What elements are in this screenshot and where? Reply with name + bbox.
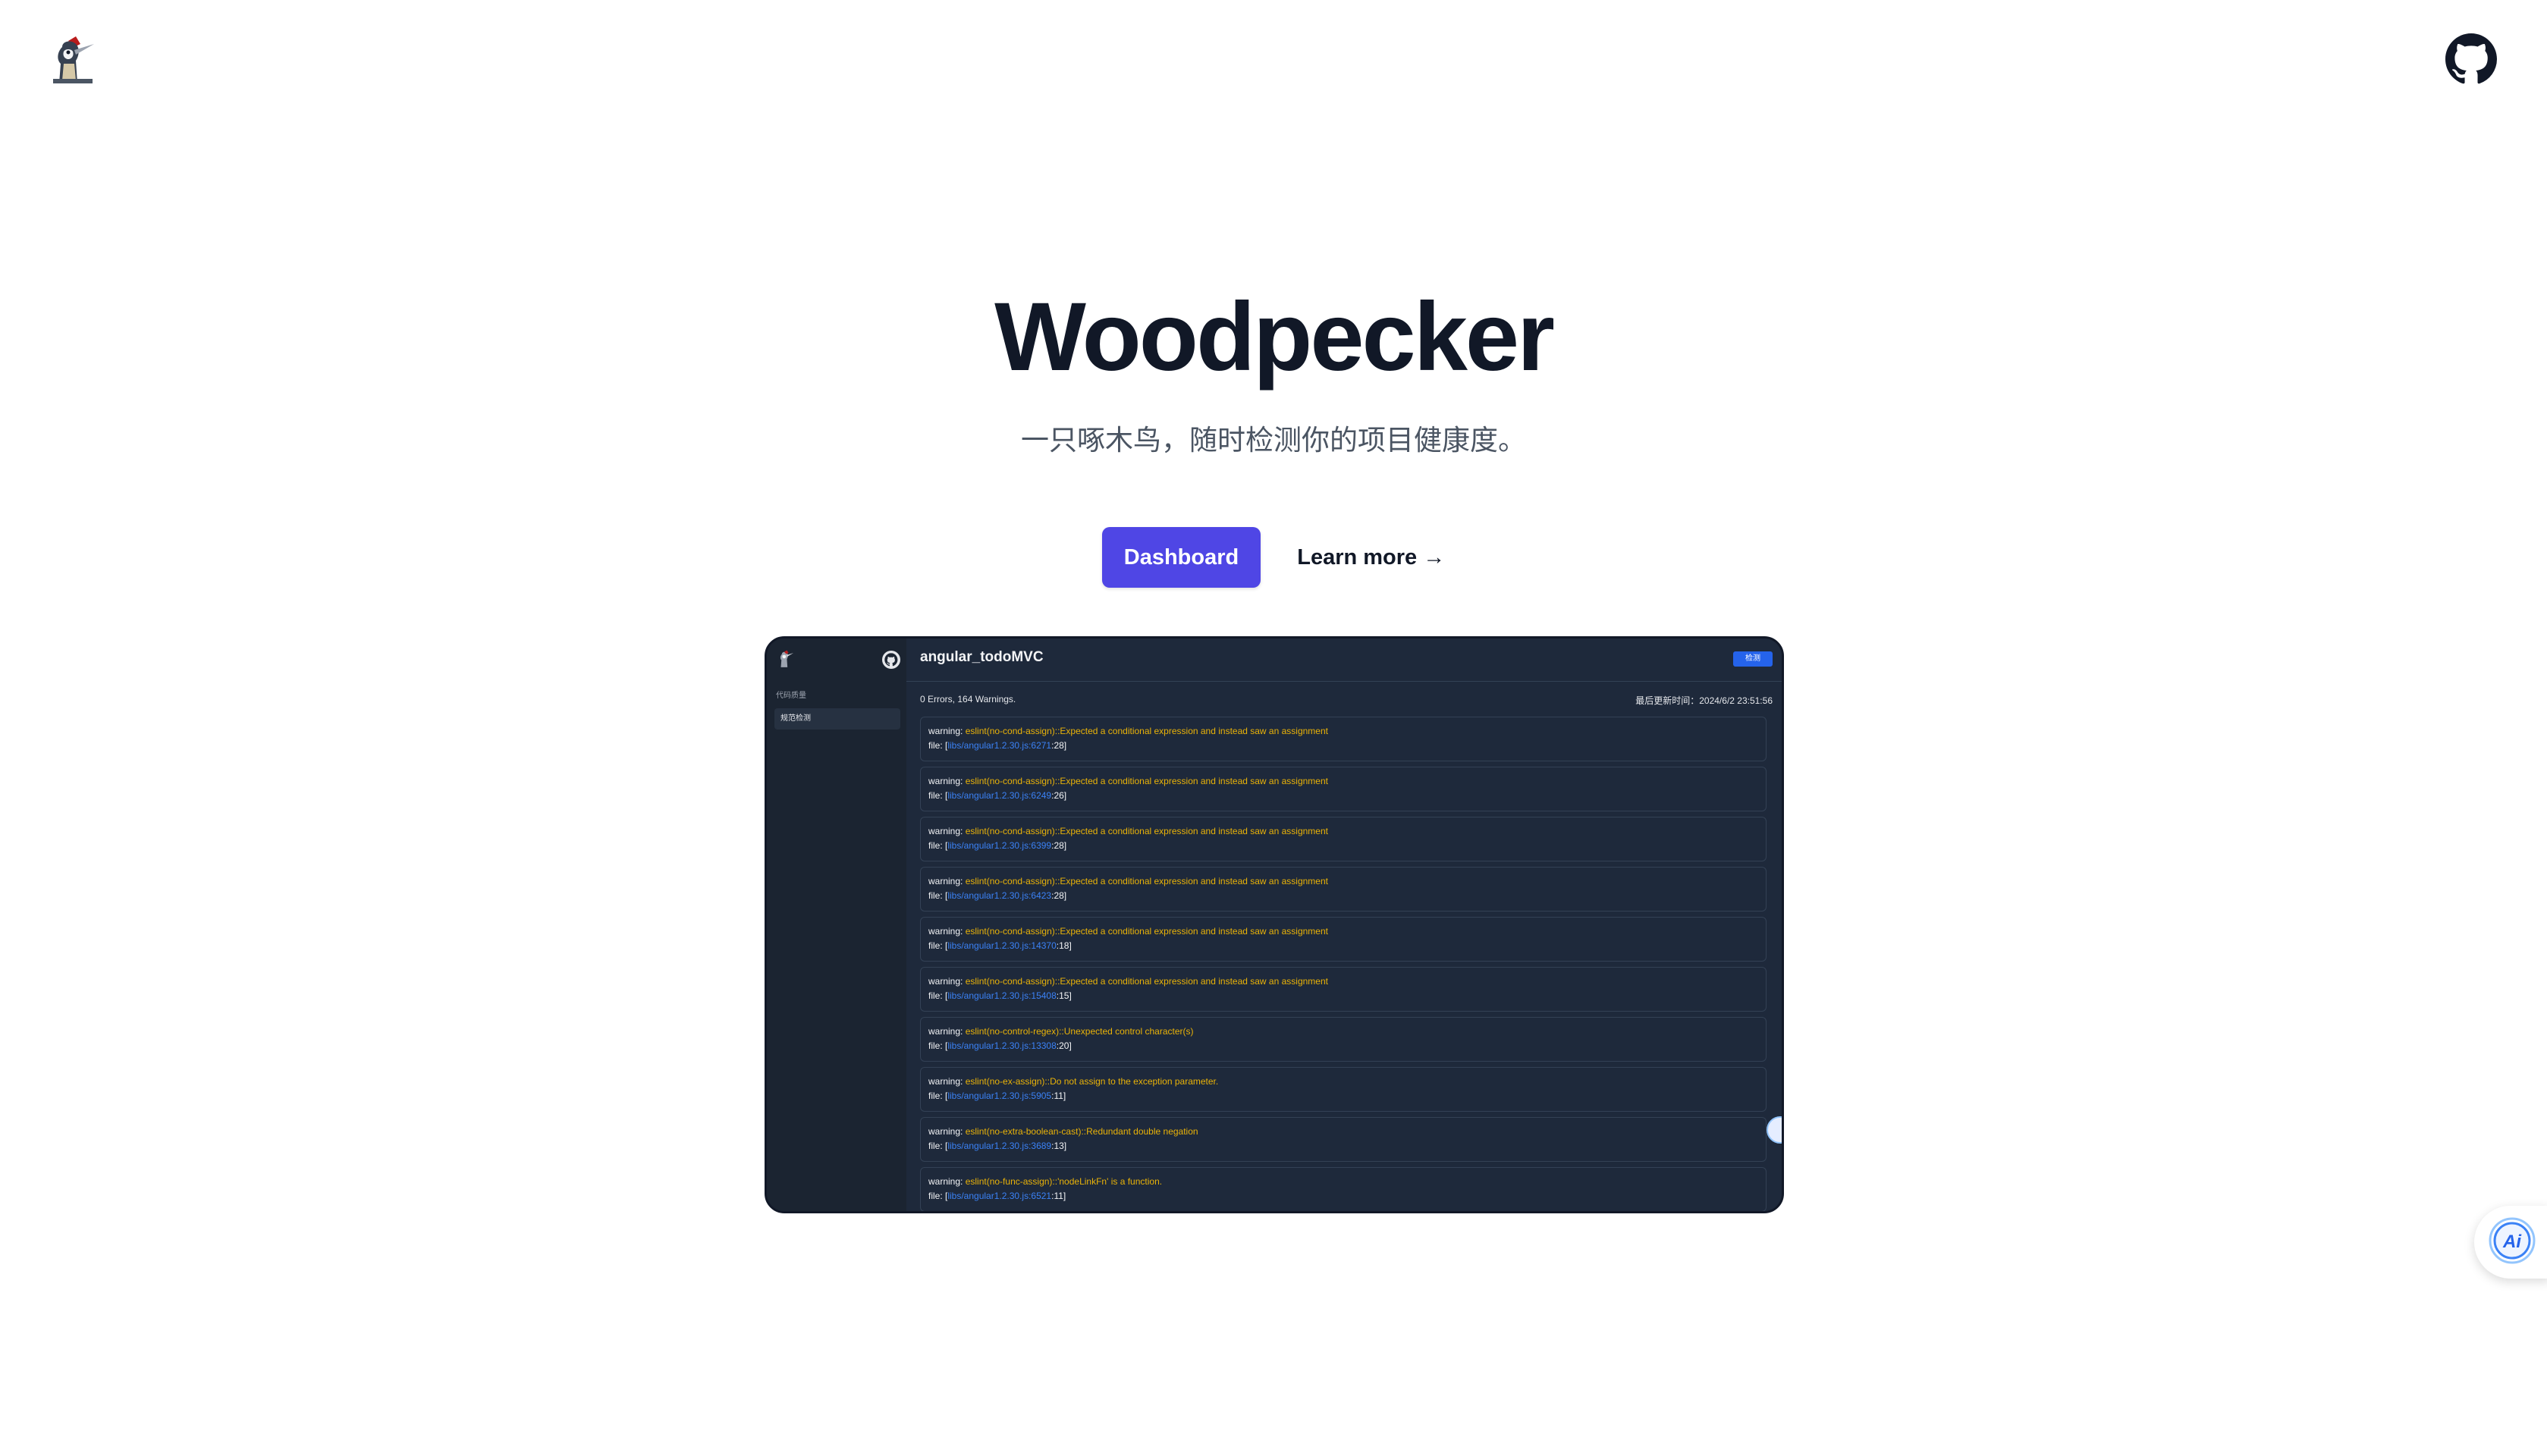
- preview-updated-time: 最后更新时间：2024/6/2 23:51:56: [1635, 695, 1773, 706]
- preview-detect-button: 检测: [1733, 651, 1773, 667]
- preview-main: angular_todoMVC 检测 0 Errors, 164 Warning…: [906, 639, 1782, 1211]
- issue-message: eslint(no-control-regex)::Unexpected con…: [965, 1026, 1194, 1037]
- dashboard-button[interactable]: Dashboard: [1101, 527, 1261, 588]
- ai-assistant-icon: Ai: [2489, 1217, 2536, 1264]
- issue-level: warning:: [928, 726, 963, 736]
- issue-card: warning: eslint(no-cond-assign)::Expecte…: [920, 817, 1767, 861]
- issue-file-link: libs/angular1.2.30.js:13308: [947, 1040, 1057, 1051]
- issue-line: :28]: [1051, 890, 1067, 901]
- preview-sidebar-item: 规范检测: [774, 708, 900, 730]
- issue-line: :18]: [1056, 940, 1072, 951]
- issue-file-prefix: file: [: [928, 1090, 948, 1101]
- issue-file-prefix: file: [: [928, 790, 948, 801]
- issue-message: eslint(no-func-assign)::'nodeLinkFn' is …: [965, 1176, 1163, 1187]
- issue-card: warning: eslint(no-cond-assign)::Expecte…: [920, 717, 1767, 761]
- preview-project-title: angular_todoMVC: [920, 649, 1044, 665]
- hero-actions: Dashboard Learn more →: [0, 527, 2547, 588]
- issue-card: warning: eslint(no-cond-assign)::Expecte…: [920, 917, 1767, 962]
- issue-file-link: libs/angular1.2.30.js:15408: [947, 990, 1057, 1001]
- issue-file-prefix: file: [: [928, 940, 948, 951]
- issue-card: warning: eslint(no-cond-assign)::Expecte…: [920, 967, 1767, 1012]
- issue-level: warning:: [928, 1076, 963, 1087]
- issue-message: eslint(no-cond-assign)::Expected a condi…: [965, 976, 1328, 987]
- issue-message: eslint(no-cond-assign)::Expected a condi…: [965, 776, 1328, 786]
- hero-title: Woodpecker: [994, 283, 1555, 391]
- issue-message: eslint(no-cond-assign)::Expected a condi…: [965, 726, 1328, 736]
- issue-message: eslint(no-cond-assign)::Expected a condi…: [965, 826, 1328, 836]
- ai-label: Ai: [2502, 1232, 2522, 1252]
- issue-file-link: libs/angular1.2.30.js:6521: [947, 1191, 1052, 1201]
- issue-file-prefix: file: [: [928, 740, 948, 751]
- preview-ai-icon: [1767, 1116, 1782, 1144]
- woodpecker-logo-icon[interactable]: [46, 33, 100, 88]
- issue-level: warning:: [928, 976, 963, 987]
- issue-line: :20]: [1056, 1040, 1072, 1051]
- issue-file-prefix: file: [: [928, 1191, 948, 1201]
- issue-level: warning:: [928, 826, 963, 836]
- preview-summary: 0 Errors, 164 Warnings.: [920, 694, 1016, 704]
- issue-line: :28]: [1051, 740, 1067, 751]
- issue-card: warning: eslint(no-extra-boolean-cast)::…: [920, 1117, 1767, 1162]
- learn-more-link[interactable]: Learn more →: [1297, 527, 1445, 588]
- ai-assistant-button[interactable]: Ai: [2474, 1206, 2547, 1279]
- issue-level: warning:: [928, 1026, 963, 1037]
- preview-github-icon: [882, 651, 900, 669]
- preview-logo-icon: [776, 649, 796, 669]
- issue-level: warning:: [928, 1176, 963, 1187]
- issue-message: eslint(no-ex-assign)::Do not assign to t…: [965, 1076, 1219, 1087]
- issue-file-prefix: file: [: [928, 1040, 948, 1051]
- issue-line: :11]: [1051, 1191, 1066, 1201]
- issue-file-link: libs/angular1.2.30.js:6271: [947, 740, 1052, 751]
- issue-file-prefix: file: [: [928, 1141, 948, 1151]
- issue-card: warning: eslint(no-cond-assign)::Expecte…: [920, 767, 1767, 811]
- issue-level: warning:: [928, 876, 963, 886]
- issue-card: warning: eslint(no-control-regex)::Unexp…: [920, 1017, 1767, 1062]
- issue-level: warning:: [928, 776, 963, 786]
- issue-line: :28]: [1051, 840, 1067, 851]
- dashboard-preview: 代码质量 规范检测 angular_todoMVC 检测 0 Errors, 1…: [765, 636, 1784, 1213]
- issue-level: warning:: [928, 1126, 963, 1137]
- issue-file-link: libs/angular1.2.30.js:6249: [947, 790, 1052, 801]
- issue-line: :11]: [1051, 1090, 1066, 1101]
- issue-file-link: libs/angular1.2.30.js:5905: [947, 1090, 1052, 1101]
- github-icon[interactable]: [2445, 33, 2497, 85]
- issue-file-link: libs/angular1.2.30.js:3689: [947, 1141, 1052, 1151]
- issue-line: :26]: [1051, 790, 1067, 801]
- issue-message: eslint(no-cond-assign)::Expected a condi…: [965, 876, 1328, 886]
- issue-message: eslint(no-cond-assign)::Expected a condi…: [965, 926, 1328, 937]
- issue-card: warning: eslint(no-cond-assign)::Expecte…: [920, 867, 1767, 912]
- hero-subtitle: 一只啄木鸟，随时检测你的项目健康度。: [1021, 425, 1526, 456]
- issue-message: eslint(no-extra-boolean-cast)::Redundant…: [965, 1126, 1198, 1137]
- issue-card: warning: eslint(no-func-assign)::'nodeLi…: [920, 1167, 1767, 1211]
- issue-file-link: libs/angular1.2.30.js:6423: [947, 890, 1052, 901]
- issue-card: warning: eslint(no-ex-assign)::Do not as…: [920, 1067, 1767, 1112]
- issue-file-link: libs/angular1.2.30.js:14370: [947, 940, 1057, 951]
- issue-line: :13]: [1051, 1141, 1067, 1151]
- preview-sidebar: 代码质量 规范检测: [767, 639, 906, 1211]
- issue-file-prefix: file: [: [928, 990, 948, 1001]
- issue-file-prefix: file: [: [928, 840, 948, 851]
- preview-sidebar-section: 代码质量: [776, 692, 806, 700]
- issue-file-prefix: file: [: [928, 890, 948, 901]
- issue-level: warning:: [928, 926, 963, 937]
- preview-divider: [906, 681, 1782, 682]
- issue-file-link: libs/angular1.2.30.js:6399: [947, 840, 1052, 851]
- issue-line: :15]: [1056, 990, 1072, 1001]
- preview-issue-list: warning: eslint(no-cond-assign)::Expecte…: [920, 717, 1767, 1211]
- page: Woodpecker 一只啄木鸟，随时检测你的项目健康度。 Dashboard …: [0, 0, 2547, 1456]
